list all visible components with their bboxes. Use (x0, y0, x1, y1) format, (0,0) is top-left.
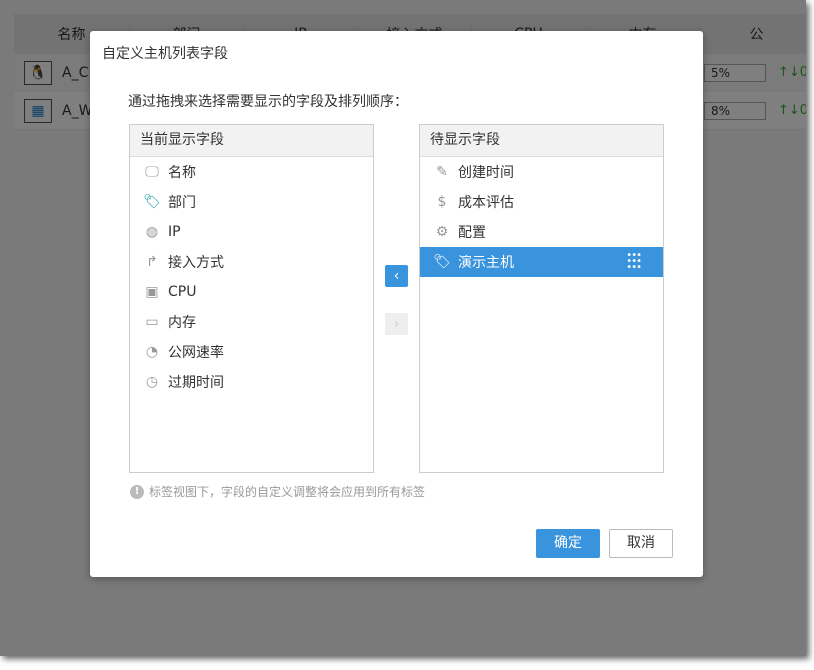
field-item[interactable]: ◔ 公网速率 (130, 337, 373, 367)
field-label: 名称 (168, 165, 196, 181)
cpu-icon: ▣ (145, 284, 159, 300)
field-label: 接入方式 (168, 255, 224, 271)
field-label: 创建时间 (458, 165, 514, 181)
field-label: 成本评估 (458, 195, 514, 211)
move-right-button[interactable]: › (385, 313, 408, 335)
field-label: 配置 (458, 225, 486, 241)
info-icon: ! (130, 484, 144, 499)
pencil-icon: ✎ (436, 164, 448, 180)
memory-icon: ▭ (145, 314, 159, 330)
field-label: IP (168, 224, 181, 240)
field-label: CPU (168, 284, 197, 300)
tag-icon: 🏷 (433, 254, 451, 270)
pending-fields-panel: 待显示字段 ✎ 创建时间 $ 成本评估 ⚙ 配置 🏷 演示主机 ••• ••• ••• (419, 124, 664, 473)
clock-icon: ◷ (145, 374, 159, 390)
dialog-title: 自定义主机列表字段 (102, 46, 228, 62)
gauge-icon: ◔ (145, 344, 159, 360)
current-fields-list: 🖵 名称 🏷 部门 ◍ IP ↱ 接入方式 ▣ CPU ▭ 内存 ◔ 公网速率 ◷ 过期时间 (130, 157, 373, 397)
field-item[interactable]: $ 成本评估 (420, 187, 663, 217)
customize-fields-dialog: 自定义主机列表字段 通过拖拽来选择需要显示的字段及排列顺序： 当前显示字段 🖵 名… (90, 31, 703, 577)
current-fields-panel: 当前显示字段 🖵 名称 🏷 部门 ◍ IP ↱ 接入方式 ▣ CPU ▭ 内存 ◔ 公网速率 ◷ 过期时间 (129, 124, 374, 473)
field-item[interactable]: 🏷 演示主机 ••• ••• ••• (420, 247, 663, 277)
monitor-gear-icon: ⚙ (435, 224, 449, 240)
field-item[interactable]: ↱ 接入方式 (130, 247, 373, 277)
drag-handle-icon[interactable]: ••• ••• ••• (626, 251, 642, 273)
panel-header: 当前显示字段 (130, 125, 373, 157)
field-label: 公网速率 (168, 345, 224, 361)
screenshot-frame: 名称 部门 IP 接入方式 CPU 内存 公 🐧 A_C 5% ↑↓0 ▦ A_… (0, 0, 806, 656)
field-item[interactable]: ◷ 过期时间 (130, 367, 373, 397)
move-left-button[interactable]: ‹ (385, 265, 408, 287)
field-label: 部门 (168, 195, 196, 211)
instruction-text: 通过拖拽来选择需要显示的字段及排列顺序： (128, 94, 408, 110)
field-item[interactable]: ▣ CPU (130, 277, 373, 307)
note-text: 标签视图下，字段的自定义调整将会应用到所有标签 (149, 485, 426, 499)
monitor-icon: 🖵 (145, 164, 159, 180)
field-item[interactable]: ◍ IP (130, 217, 373, 247)
field-label: 过期时间 (168, 375, 224, 391)
ok-button[interactable]: 确定 (536, 529, 600, 558)
field-label: 演示主机 (458, 255, 514, 271)
field-item[interactable]: ▭ 内存 (130, 307, 373, 337)
note: ! 标签视图下，字段的自定义调整将会应用到所有标签 (130, 483, 425, 500)
pending-fields-list: ✎ 创建时间 $ 成本评估 ⚙ 配置 🏷 演示主机 ••• ••• ••• (420, 157, 663, 277)
field-item[interactable]: 🏷 部门 (130, 187, 373, 217)
dollar-icon: $ (437, 194, 447, 210)
globe-icon: ◍ (145, 224, 159, 240)
field-item[interactable]: ⚙ 配置 (420, 217, 663, 247)
panel-header: 待显示字段 (420, 125, 663, 157)
field-label: 内存 (168, 315, 196, 331)
field-item[interactable]: 🖵 名称 (130, 157, 373, 187)
field-item[interactable]: ✎ 创建时间 (420, 157, 663, 187)
cancel-button[interactable]: 取消 (609, 529, 673, 558)
share-icon: ↱ (146, 254, 158, 270)
tag-icon: 🏷 (143, 194, 161, 210)
